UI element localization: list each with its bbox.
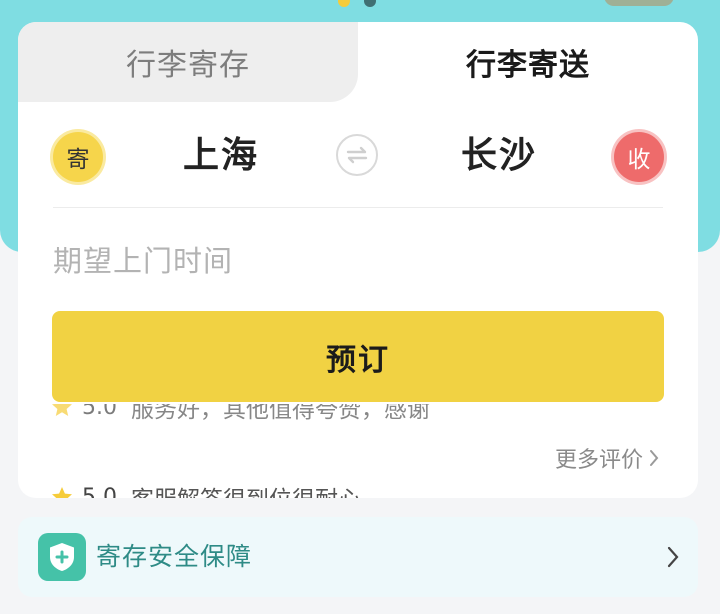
review-score: 5.0	[82, 404, 117, 420]
star-icon	[52, 404, 72, 416]
banner-decoration	[604, 0, 674, 6]
pagination-dot[interactable]	[364, 0, 376, 7]
send-badge: 寄	[53, 132, 103, 182]
more-reviews-label: 更多评价	[555, 448, 644, 473]
tab-luggage-delivery[interactable]: 行李寄送	[358, 22, 698, 102]
pagination-dot-active[interactable]	[338, 0, 350, 7]
review-text: 客服解答很到位很耐心	[131, 480, 361, 498]
banner-pagination	[338, 0, 376, 7]
swap-glyph	[346, 146, 368, 164]
review-item: 5.0 客服解答很到位很耐心	[50, 480, 361, 498]
pickup-time-input[interactable]: 期望上门时间	[53, 236, 453, 286]
book-button[interactable]: 预订	[52, 311, 664, 402]
booking-card: 行李寄存 行李寄送 寄 上海 长沙 收 期望上门时间 预订 5.0 服务好，其他…	[18, 22, 698, 498]
tab-luggage-storage[interactable]: 行李寄存	[18, 22, 358, 102]
review-item: 5.0 服务好，其他值得夸赞，感谢	[50, 404, 430, 424]
safety-guarantee-bar[interactable]: 寄存安全保障	[18, 517, 698, 597]
safety-guarantee-label: 寄存安全保障	[96, 542, 253, 571]
reviews-ticker: 5.0 服务好，其他值得夸赞，感谢 更多评价 5.0 客服解答很到位很耐心	[18, 404, 698, 498]
chevron-right-icon	[650, 450, 659, 466]
swap-arrows-icon[interactable]	[336, 134, 378, 176]
from-city[interactable]: 上海	[183, 124, 259, 188]
divider	[53, 207, 663, 208]
to-city[interactable]: 长沙	[461, 124, 537, 188]
review-text: 服务好，其他值得夸赞，感谢	[131, 404, 430, 423]
receive-badge: 收	[614, 132, 664, 182]
review-score: 5.0	[82, 484, 117, 499]
more-reviews-link[interactable]: 更多评价	[555, 442, 659, 474]
route-selector: 寄 上海 长沙 收	[18, 124, 698, 188]
star-icon	[52, 487, 72, 498]
shield-glyph	[50, 543, 74, 571]
chevron-right-icon	[667, 546, 679, 568]
shield-plus-icon	[38, 533, 86, 581]
